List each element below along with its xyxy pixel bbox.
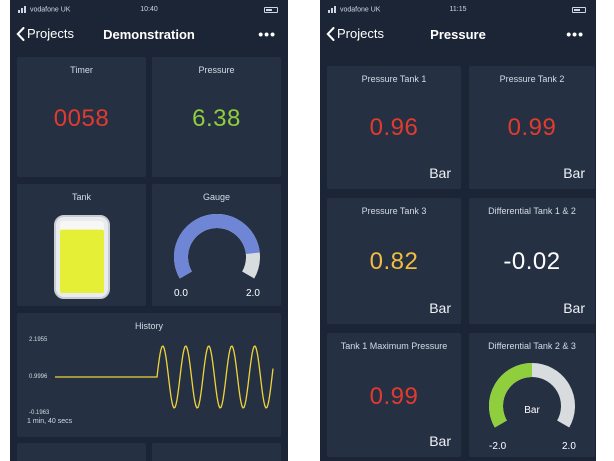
carrier-text: vodafone UK	[30, 6, 71, 14]
signal-icon	[18, 6, 28, 13]
status-bar: vodafone UK 11:15	[320, 4, 596, 16]
battery-icon	[264, 7, 278, 13]
tile-title: Gauge	[202, 192, 231, 202]
pressure-tank-2-value: 0.99	[507, 114, 557, 141]
gauge-unit-label: Bar	[524, 405, 540, 416]
unit-label: Bar	[429, 165, 451, 181]
timer-value: 0058	[53, 105, 110, 132]
signal-icon	[328, 6, 338, 13]
tile-title: Tank 1 Maximum Pressure	[340, 341, 448, 351]
pressure-tank-1-tile[interactable]: Pressure Tank 1 0.96 Bar	[327, 66, 461, 189]
differential-tank-2-3-tile[interactable]: Differential Tank 2 & 3 Bar -2.0 2.0	[469, 333, 595, 457]
timer-tile[interactable]: Timer 0058	[17, 57, 146, 177]
tile-title: Tank	[71, 192, 91, 202]
nav-bar: Projects Pressure •••	[320, 20, 596, 48]
history-series-line	[55, 345, 274, 409]
differential-tank-1-2-tile[interactable]: Differential Tank 1 & 2 -0.02 Bar	[469, 198, 595, 324]
page-title: Pressure	[430, 27, 486, 42]
tile-title: Pressure Tank 2	[499, 74, 565, 84]
pressure-tile[interactable]: Pressure 6.38	[152, 57, 281, 177]
carrier-label: vodafone UK	[328, 6, 380, 13]
unit-label: Bar	[429, 433, 451, 449]
tile-title: Pressure Tank 1	[361, 74, 427, 84]
pressure-tank-2-tile[interactable]: Pressure Tank 2 0.99 Bar	[469, 66, 595, 189]
status-bar: vodafone UK 10:40	[10, 4, 288, 16]
partial-tile[interactable]	[152, 443, 281, 461]
unit-label: Bar	[563, 165, 585, 181]
unit-label: Bar	[563, 300, 585, 316]
gauge-dial	[174, 214, 260, 279]
nav-bar: Projects Demonstration •••	[10, 20, 288, 48]
gauge-max-label: 2.0	[246, 288, 260, 299]
differential-tank-1-2-value: -0.02	[503, 248, 561, 275]
tile-title: Timer	[70, 65, 93, 75]
more-icon[interactable]: •••	[566, 26, 584, 42]
battery-icon	[572, 7, 586, 13]
tile-title: Pressure	[198, 65, 235, 75]
pressure-tank-1-value: 0.96	[369, 114, 419, 141]
carrier-label: vodafone UK	[18, 6, 70, 13]
history-tile[interactable]: History 2.1955 0.9996 -0.1963 1 min, 40 …	[17, 313, 281, 437]
gauge-value-arc	[174, 214, 260, 279]
tank-1-maximum-pressure-value: 0.99	[369, 383, 419, 410]
history-plot	[55, 345, 274, 409]
status-time: 11:15	[449, 6, 467, 13]
tile-title: Differential Tank 2 & 3	[488, 341, 576, 351]
page-title: Demonstration	[103, 27, 195, 42]
pressure-tank-3-tile[interactable]: Pressure Tank 3 0.82 Bar	[327, 198, 461, 324]
gauge-tile[interactable]: Gauge 0.0 2.0	[152, 184, 281, 306]
tile-title: Differential Tank 1 & 2	[488, 206, 576, 216]
gauge-dial	[489, 363, 575, 428]
phone-screen-pressure: vodafone UK 11:15 Projects Pressure ••• …	[320, 0, 596, 461]
tank-fill-level	[60, 229, 104, 293]
gauge-min-label: 0.0	[174, 288, 188, 299]
tank-tile[interactable]: Tank	[17, 184, 146, 306]
phone-screen-demonstration: vodafone UK 10:40 Projects Demonstration…	[10, 0, 288, 461]
tank-icon	[54, 215, 110, 299]
unit-label: Bar	[429, 300, 451, 316]
pressure-value: 6.38	[192, 105, 241, 132]
carrier-text: vodafone UK	[340, 6, 381, 14]
gauge-max-label: 2.0	[562, 441, 576, 452]
partial-tile[interactable]	[17, 443, 146, 461]
gauge-min-label: -2.0	[489, 441, 507, 452]
status-time: 10:40	[140, 6, 158, 13]
tile-title: Pressure Tank 3	[361, 206, 427, 216]
tank-1-maximum-pressure-tile[interactable]: Tank 1 Maximum Pressure 0.99 Bar	[327, 333, 461, 457]
more-icon[interactable]: •••	[258, 26, 276, 42]
pressure-tank-3-value: 0.82	[369, 248, 419, 275]
